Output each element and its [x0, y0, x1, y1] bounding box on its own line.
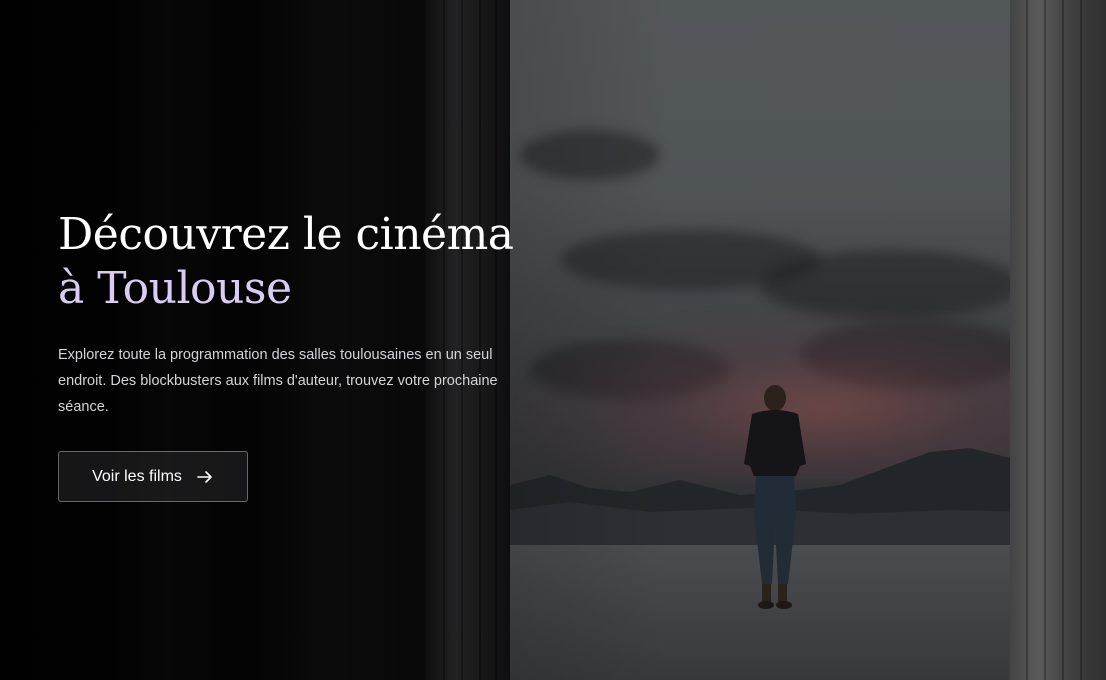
arrow-right-icon — [197, 470, 212, 483]
view-films-label: Voir les films — [92, 467, 182, 485]
hero-title: Découvrez le cinéma à Toulouse — [58, 208, 528, 316]
hero-content: Découvrez le cinéma à Toulouse Explorez … — [58, 208, 528, 420]
hero-section: Découvrez le cinéma à Toulouse Explorez … — [0, 0, 1106, 680]
hero-title-line2: à Toulouse — [58, 263, 292, 314]
hero-title-line1: Découvrez le cinéma — [58, 209, 514, 260]
hero-description: Explorez toute la programmation des sall… — [58, 347, 498, 415]
view-films-button[interactable]: Voir les films — [58, 451, 248, 502]
